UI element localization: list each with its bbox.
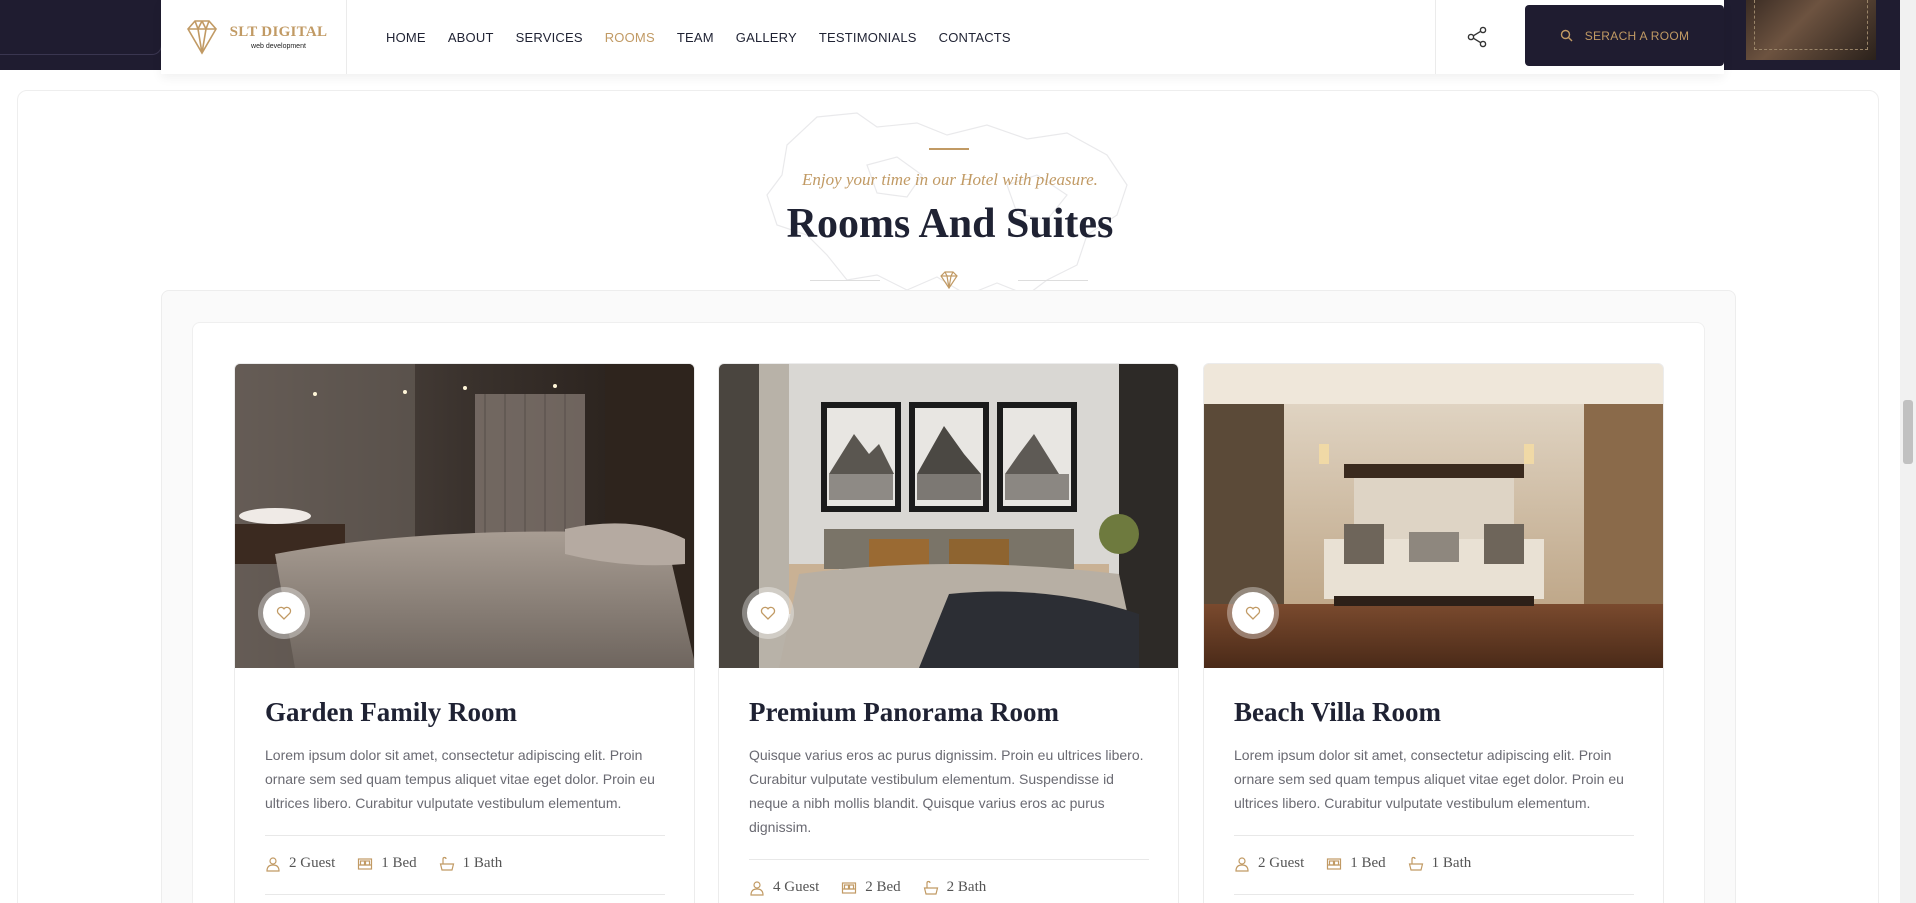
bed-label: 1 Bed xyxy=(1350,855,1386,871)
bath-icon xyxy=(923,880,938,895)
guest-icon xyxy=(1235,856,1249,872)
search-icon xyxy=(1560,29,1573,42)
guest-label: 4 Guest xyxy=(773,879,820,895)
guest-icon xyxy=(266,856,280,872)
main-nav: HOME ABOUT SERVICES ROOMS TEAM GALLERY T… xyxy=(386,30,1011,45)
bed-label: 2 Bed xyxy=(865,879,901,895)
scrollbar-thumb[interactable] xyxy=(1903,400,1913,464)
heart-icon xyxy=(276,606,292,620)
divider-left xyxy=(810,280,880,281)
nav-team[interactable]: TEAM xyxy=(677,30,714,45)
page-scrollbar[interactable] xyxy=(1900,0,1916,903)
heart-icon xyxy=(760,606,776,620)
guest-count: 2 Guest xyxy=(1234,855,1304,872)
diamond-logo-icon xyxy=(186,20,217,55)
bed-icon xyxy=(1327,857,1342,870)
share-icon xyxy=(1467,26,1486,48)
heart-icon xyxy=(1245,606,1261,620)
nav-testimonials[interactable]: TESTIMONIALS xyxy=(819,30,917,45)
favorite-button[interactable] xyxy=(747,592,789,634)
hero-frame xyxy=(0,0,162,55)
hero-photo xyxy=(1746,0,1876,60)
bed-count: 1 Bed xyxy=(357,855,417,872)
room-photo-image xyxy=(235,364,694,668)
search-room-button[interactable]: SERACH A ROOM xyxy=(1525,5,1724,66)
bed-label: 1 Bed xyxy=(381,855,417,871)
site-header: SLT DIGITAL web development HOME ABOUT S… xyxy=(161,0,1724,74)
guest-label: 2 Guest xyxy=(1258,855,1305,871)
bath-count: 1 Bath xyxy=(439,855,503,872)
room-photo[interactable] xyxy=(1204,364,1663,668)
room-description: Quisque varius eros ac purus dignissim. … xyxy=(749,747,1144,835)
nav-about[interactable]: ABOUT xyxy=(448,30,494,45)
nav-rooms[interactable]: ROOMS xyxy=(605,30,655,45)
room-photo-image xyxy=(1204,364,1663,668)
room-amenities: 2 Guest 1 Bed 1 Bath xyxy=(1234,855,1471,872)
diamond-icon xyxy=(940,271,958,290)
guest-count: 2 Guest xyxy=(265,855,335,872)
rooms-heading: Enjoy your time in our Hotel with pleasu… xyxy=(700,100,1200,295)
bath-icon xyxy=(1408,856,1423,871)
room-description: Lorem ipsum dolor sit amet, consectetur … xyxy=(1234,747,1624,811)
bed-count: 2 Bed xyxy=(841,879,901,896)
room-photo-image xyxy=(719,364,1178,668)
favorite-button[interactable] xyxy=(263,592,305,634)
nav-services[interactable]: SERVICES xyxy=(516,30,583,45)
room-amenities: 4 Guest 2 Bed 2 Bath xyxy=(749,879,986,896)
room-description: Lorem ipsum dolor sit amet, consectetur … xyxy=(265,747,655,811)
room-amenities: 2 Guest 1 Bed 1 Bath xyxy=(265,855,502,872)
nav-gallery[interactable]: GALLERY xyxy=(736,30,797,45)
bed-icon xyxy=(842,881,857,894)
section-subtitle: Enjoy your time in our Hotel with pleasu… xyxy=(802,170,1098,189)
search-room-label: SERACH A ROOM xyxy=(1584,28,1690,43)
room-photo[interactable] xyxy=(235,364,694,668)
bath-icon xyxy=(439,856,454,871)
brand-tagline: web development xyxy=(251,43,306,50)
room-card[interactable]: Beach Villa Room Lorem ipsum dolor sit a… xyxy=(1203,363,1664,903)
brand-name: SLT DIGITAL xyxy=(229,24,328,40)
accent-line xyxy=(929,148,969,150)
section-title: Rooms And Suites xyxy=(786,201,1114,247)
guest-label: 2 Guest xyxy=(289,855,336,871)
card-divider xyxy=(749,859,1149,860)
logo[interactable]: SLT DIGITAL web development xyxy=(161,0,347,74)
nav-home[interactable]: HOME xyxy=(386,30,426,45)
favorite-button[interactable] xyxy=(1232,592,1274,634)
nav-contacts[interactable]: CONTACTS xyxy=(939,30,1011,45)
room-title[interactable]: Garden Family Room xyxy=(265,697,517,728)
room-card[interactable]: Garden Family Room Lorem ipsum dolor sit… xyxy=(234,363,695,903)
guest-icon xyxy=(750,880,764,896)
card-divider xyxy=(265,835,665,836)
bath-label: 1 Bath xyxy=(462,855,503,871)
bath-count: 1 Bath xyxy=(1408,855,1472,872)
bed-count: 1 Bed xyxy=(1326,855,1386,872)
bed-icon xyxy=(358,857,373,870)
room-photo[interactable] xyxy=(719,364,1178,668)
room-card[interactable]: Premium Panorama Room Quisque varius ero… xyxy=(718,363,1179,903)
room-title[interactable]: Premium Panorama Room xyxy=(749,697,1059,728)
bath-label: 1 Bath xyxy=(1431,855,1472,871)
guest-count: 4 Guest xyxy=(749,879,819,896)
bath-count: 2 Bath xyxy=(923,879,987,896)
bath-label: 2 Bath xyxy=(946,879,987,895)
card-divider xyxy=(265,894,665,895)
share-button[interactable] xyxy=(1435,0,1517,74)
divider-right xyxy=(1018,280,1088,281)
room-title[interactable]: Beach Villa Room xyxy=(1234,697,1441,728)
card-divider xyxy=(1234,835,1634,836)
card-divider xyxy=(1234,894,1634,895)
